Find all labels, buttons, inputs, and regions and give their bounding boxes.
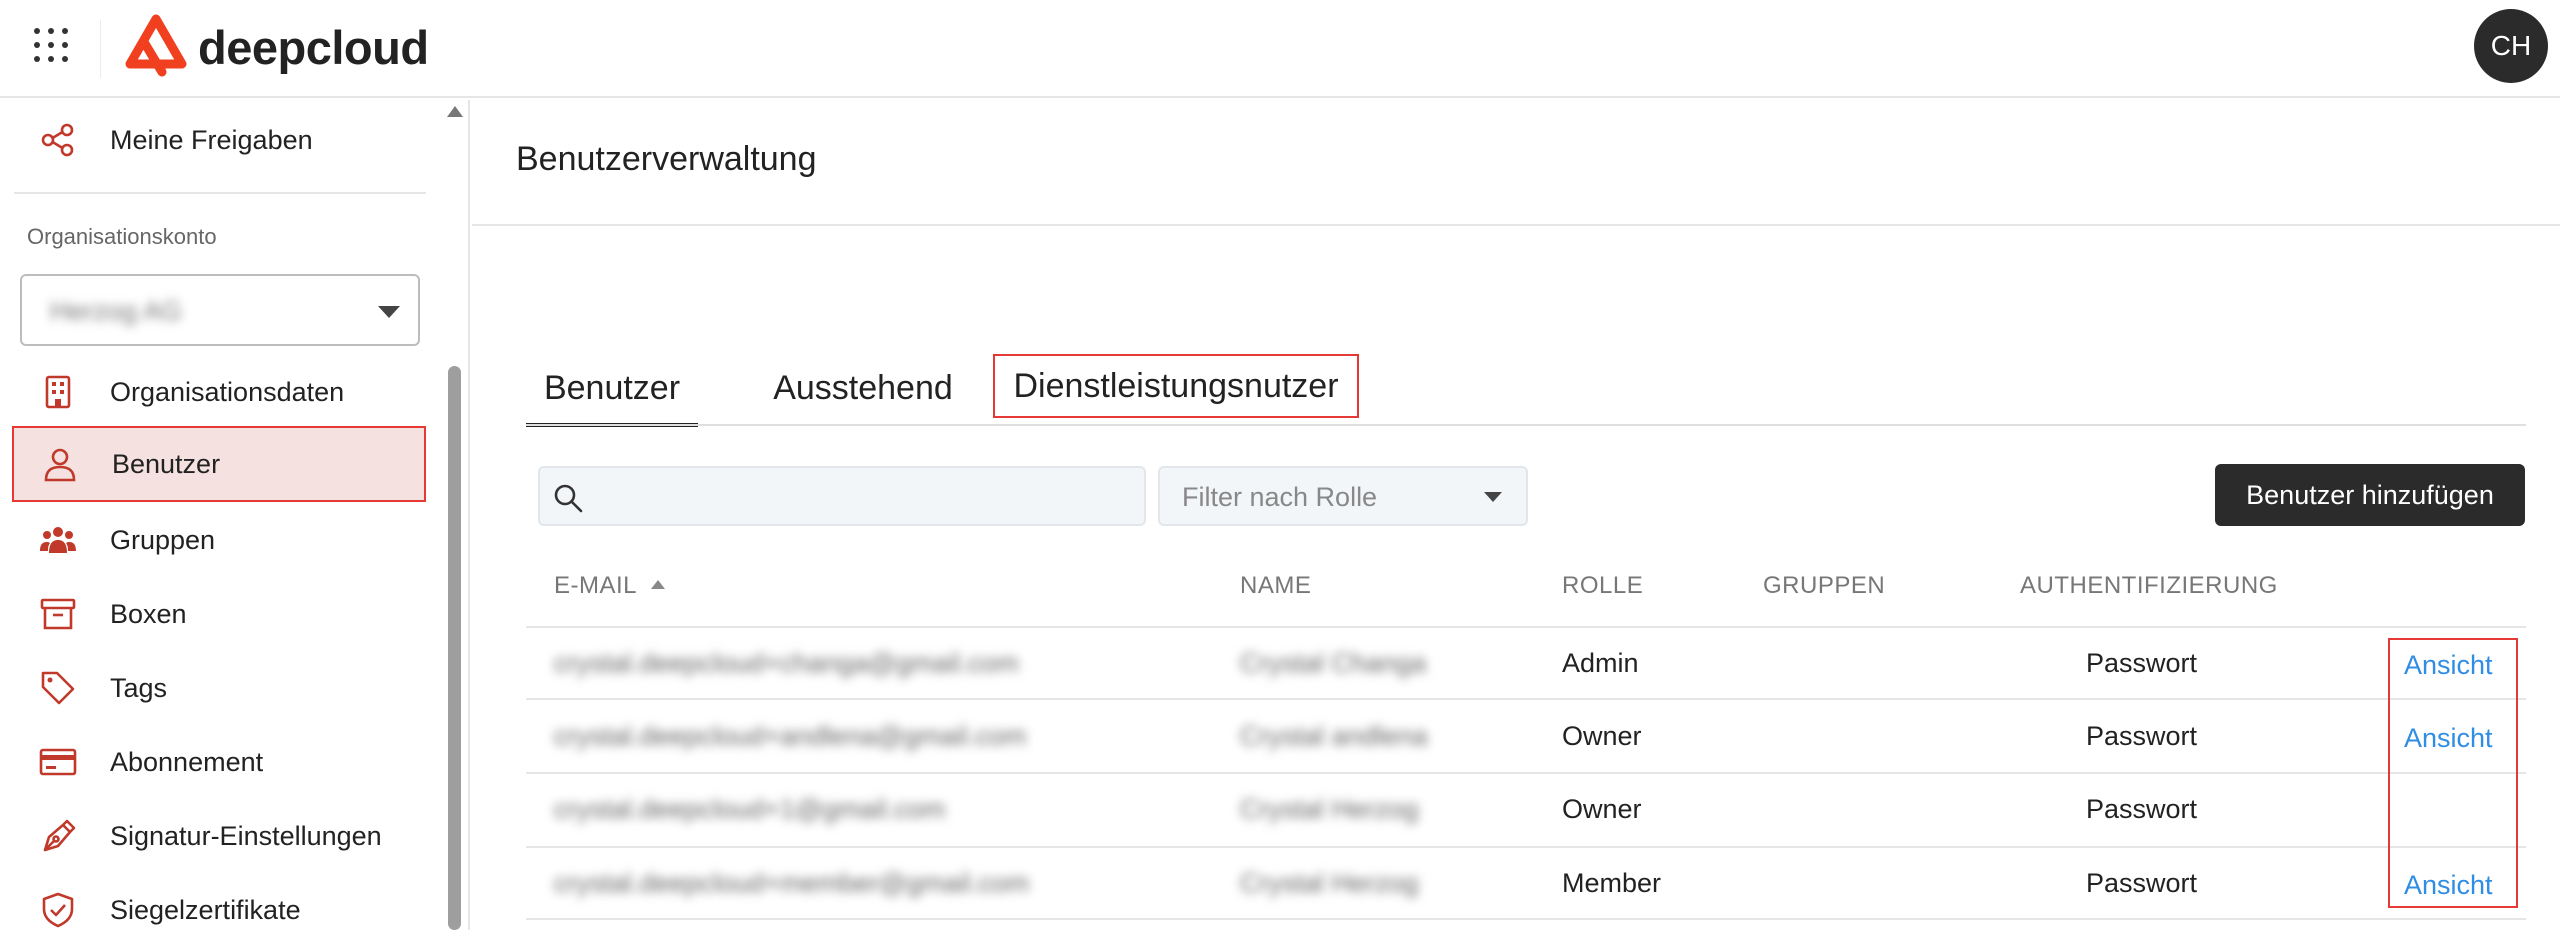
- pen-nib-icon: [38, 816, 78, 856]
- deepcloud-logo[interactable]: deepcloud: [122, 14, 429, 80]
- tab-dienstleistungsnutzer[interactable]: Dienstleistungsnutzer: [993, 354, 1359, 418]
- role-filter-select[interactable]: Filter nach Rolle: [1158, 466, 1528, 526]
- user-avatar[interactable]: CH: [2474, 9, 2548, 83]
- sidebar-item-organisationsdaten[interactable]: Organisationsdaten: [12, 354, 426, 430]
- logo-text: deepcloud: [198, 20, 429, 74]
- add-user-button[interactable]: Benutzer hinzufügen: [2215, 464, 2525, 526]
- page-title: Benutzerverwaltung: [516, 140, 817, 178]
- search-icon: [554, 484, 583, 513]
- table-cell-email: crystal.deepcloud+changa@gmail.com: [554, 648, 1019, 678]
- table-cell-name: Crystal Changa: [1240, 648, 1427, 678]
- scrollbar-thumb[interactable]: [448, 366, 461, 930]
- sidebar-item-abonnement[interactable]: Abonnement: [12, 724, 426, 800]
- chevron-down-icon: [378, 306, 400, 318]
- table-cell-email: crystal.deepcloud+andlena@gmail.com: [554, 721, 1027, 751]
- table-cell-role: Owner: [1562, 721, 1642, 751]
- table-divider: [526, 918, 2526, 920]
- organization-select[interactable]: Herzog AG: [20, 274, 420, 346]
- sidebar-divider: [14, 192, 426, 194]
- tabs-underline: [526, 424, 2526, 426]
- column-header-groups[interactable]: GRUPPEN: [1763, 572, 1885, 600]
- organization-select-value: Herzog AG: [50, 296, 183, 326]
- search-field[interactable]: [538, 466, 1146, 526]
- sidebar-item-benutzer[interactable]: Benutzer: [12, 426, 426, 502]
- sidebar-item-boxen[interactable]: Boxen: [12, 576, 426, 652]
- sidebar-item-label: Meine Freigaben: [110, 124, 313, 155]
- column-header-email[interactable]: E-MAIL: [554, 572, 666, 600]
- sidebar-item-signatur-einstellungen[interactable]: Signatur-Einstellungen: [12, 798, 426, 874]
- sidebar-item-label: Signatur-Einstellungen: [110, 820, 382, 851]
- table-divider: [526, 772, 2526, 774]
- table-cell-email: crystal.deepcloud+1@gmail.com: [554, 794, 946, 824]
- title-divider: [472, 224, 2560, 226]
- table-cell-auth: Passwort: [2086, 721, 2198, 751]
- sidebar-item-label: Gruppen: [110, 524, 216, 555]
- sidebar-item-label: Siegelzertifikate: [110, 894, 301, 925]
- deepcloud-logo-icon: [125, 14, 187, 77]
- column-header-name[interactable]: NAME: [1240, 572, 1311, 600]
- group-icon: [38, 520, 78, 560]
- search-input[interactable]: [596, 478, 1136, 516]
- chevron-down-icon: [1484, 492, 1502, 502]
- column-header-label: E-MAIL: [554, 572, 638, 599]
- table-cell-name: Crystal andlena: [1240, 721, 1428, 751]
- shield-check-icon: [38, 890, 78, 930]
- sidebar-item-label: Benutzer: [112, 448, 221, 479]
- top-header: deepcloud CH: [0, 0, 2560, 98]
- table-cell-email: crystal.deepcloud+member@gmail.com: [554, 868, 1030, 898]
- sidebar-item-label: Abonnement: [110, 746, 264, 777]
- table-cell-auth: Passwort: [2086, 868, 2198, 898]
- table-divider: [526, 626, 2526, 628]
- app-launcher-grid-icon[interactable]: [34, 28, 74, 68]
- column-header-auth[interactable]: AUTHENTIFIZIERUNG: [2020, 572, 2278, 600]
- table-cell-name: Crystal Herzog: [1240, 868, 1419, 898]
- table-cell-auth: Passwort: [2086, 794, 2198, 824]
- sidebar-item-label: Organisationsdaten: [110, 376, 345, 407]
- building-icon: [38, 372, 78, 412]
- sidebar: Meine Freigaben Organisationskonto Herzo…: [0, 100, 470, 930]
- table-cell-role: Owner: [1562, 794, 1642, 824]
- table-divider: [526, 846, 2526, 848]
- tab-benutzer[interactable]: Benutzer: [526, 352, 698, 427]
- role-filter-placeholder: Filter nach Rolle: [1182, 482, 1378, 512]
- credit-card-icon: [38, 742, 78, 782]
- sidebar-item-label: Tags: [110, 672, 168, 703]
- share-icon: [38, 120, 78, 160]
- sidebar-item-meine-freigaben[interactable]: Meine Freigaben: [12, 102, 426, 178]
- sidebar-item-tags[interactable]: Tags: [12, 650, 426, 726]
- table-cell-auth: Passwort: [2086, 648, 2198, 678]
- sort-ascending-icon: [651, 580, 666, 589]
- header-divider: [100, 20, 101, 78]
- sidebar-item-gruppen[interactable]: Gruppen: [12, 502, 426, 578]
- tab-ausstehend[interactable]: Ausstehend: [752, 352, 974, 424]
- table-cell-role: Member: [1562, 868, 1662, 898]
- table-cell-role: Admin: [1562, 648, 1639, 678]
- sidebar-section-label: Organisationskonto: [27, 224, 217, 249]
- table-cell-name: Crystal Herzog: [1240, 794, 1419, 824]
- tag-icon: [38, 668, 78, 708]
- table-divider: [526, 698, 2526, 700]
- column-header-role[interactable]: ROLLE: [1562, 572, 1643, 600]
- main-content: Benutzerverwaltung Benutzer Ausstehend D…: [472, 100, 2560, 930]
- user-icon: [40, 444, 80, 484]
- sidebar-item-label: Boxen: [110, 598, 187, 629]
- sidebar-item-siegelzertifikate[interactable]: Siegelzertifikate: [12, 872, 426, 948]
- highlight-box: [2388, 638, 2518, 908]
- archive-box-icon: [38, 594, 78, 634]
- sidebar-scrollbar[interactable]: [446, 100, 463, 930]
- scroll-up-arrow-icon[interactable]: [447, 106, 463, 117]
